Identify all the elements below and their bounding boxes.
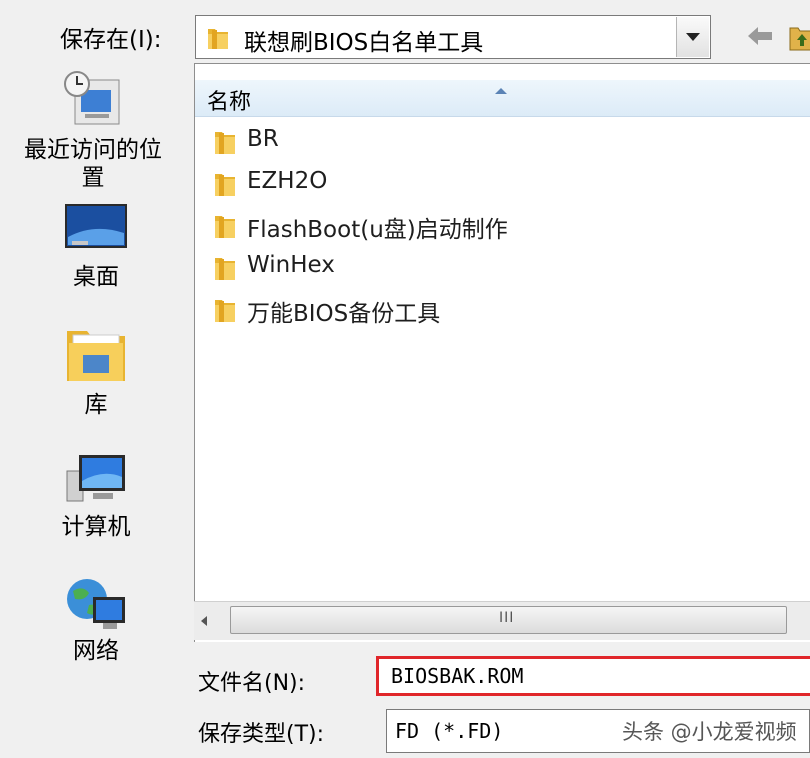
file-list[interactable]: 名称 BR EZH2O FlashBoot(u盘)启动制作 WinHex 万能B… — [194, 63, 810, 642]
scroll-left-icon[interactable] — [198, 613, 214, 629]
network-icon — [67, 579, 125, 629]
place-desktop[interactable]: 桌面 — [54, 203, 138, 291]
sort-ascending-icon — [495, 88, 507, 94]
desktop-icon — [65, 204, 127, 248]
recent-places-icon — [64, 71, 120, 125]
folder-icon — [213, 170, 237, 202]
file-name: FlashBoot(u盘)启动制作 — [247, 217, 508, 243]
folder-icon — [213, 212, 237, 244]
up-folder-icon — [789, 27, 810, 51]
file-name: 万能BIOS备份工具 — [247, 301, 441, 327]
folder-icon — [213, 296, 237, 328]
place-computer[interactable]: 计算机 — [50, 451, 142, 541]
computer-icon — [66, 455, 125, 502]
watermark: 头条 @小龙爱视频 — [622, 720, 797, 744]
library-icon — [67, 331, 125, 381]
grip-icon: III — [499, 610, 515, 626]
folder-icon — [206, 25, 230, 55]
horizontal-scrollbar[interactable]: III — [194, 601, 810, 640]
folder-icon — [213, 254, 237, 286]
column-header-name[interactable] — [195, 80, 810, 117]
place-label: 最近访问的位置 — [24, 137, 162, 191]
filename-value: BIOSBAK.ROM — [391, 664, 524, 688]
place-recent[interactable]: 最近访问的位置 — [18, 68, 174, 192]
place-label: 网络 — [73, 638, 119, 664]
place-label: 计算机 — [61, 514, 131, 540]
filename-label: 文件名(N): — [198, 671, 306, 696]
up-one-level-button[interactable] — [788, 22, 810, 52]
file-name: EZH2O — [247, 168, 328, 194]
scrollbar-thumb[interactable]: III — [230, 606, 787, 634]
save-in-label: 保存在(I): — [60, 27, 162, 53]
back-button[interactable] — [744, 22, 776, 50]
place-label: 库 — [84, 392, 108, 418]
filetype-label: 保存类型(T): — [198, 722, 325, 747]
place-label: 桌面 — [73, 264, 119, 290]
folder-icon — [213, 128, 237, 160]
back-arrow-icon — [748, 27, 772, 45]
chevron-down-icon[interactable] — [676, 17, 709, 57]
location-dropdown[interactable]: 联想刷BIOS白名单工具 — [195, 15, 711, 59]
filename-input[interactable]: BIOSBAK.ROM — [376, 656, 810, 696]
location-text: 联想刷BIOS白名单工具 — [244, 30, 484, 56]
filetype-value: FD (*.FD) — [395, 719, 504, 743]
file-name: WinHex — [247, 252, 335, 278]
place-library[interactable]: 库 — [54, 325, 138, 419]
place-network[interactable]: 网络 — [54, 575, 138, 665]
file-name: BR — [247, 126, 279, 152]
column-header-label: 名称 — [207, 90, 252, 115]
